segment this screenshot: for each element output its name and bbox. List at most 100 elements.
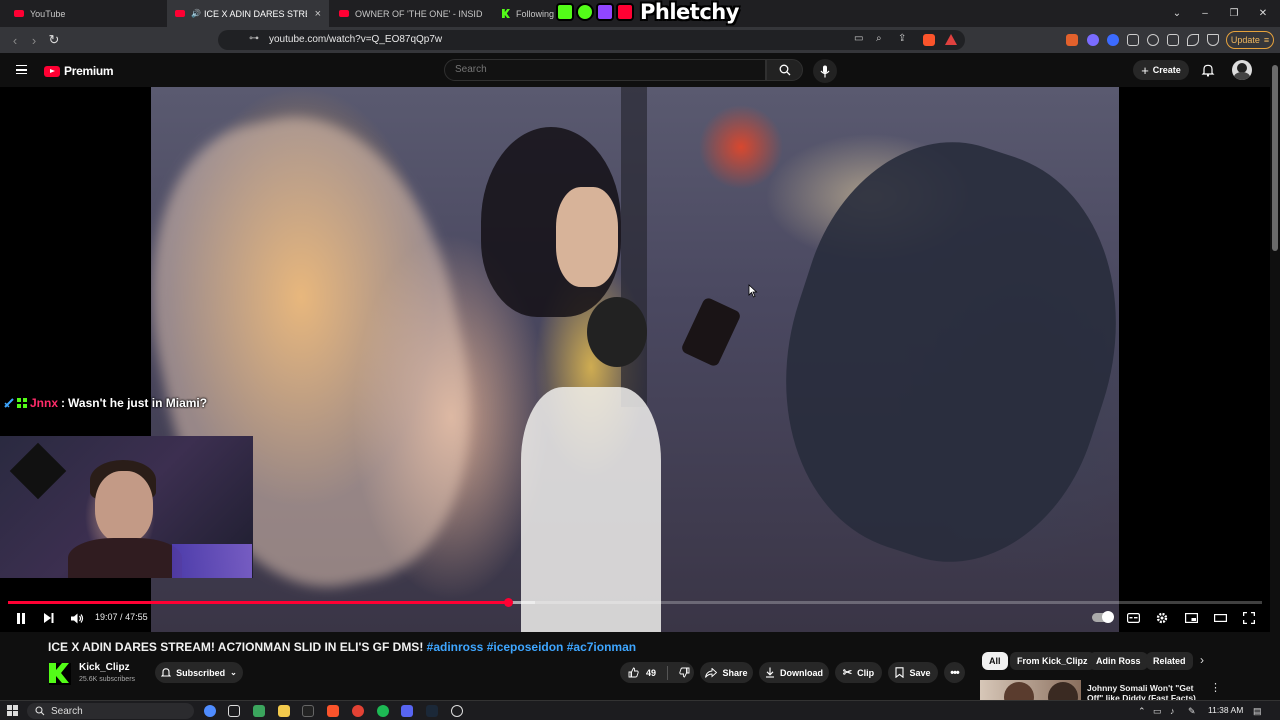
back-icon[interactable]: ‹	[6, 31, 24, 49]
notifications-bell-icon[interactable]	[1201, 63, 1215, 77]
network-icon[interactable]: ▭	[1153, 706, 1162, 717]
hashtag-link[interactable]: #adinross	[427, 640, 484, 654]
chip-related[interactable]: Related	[1146, 652, 1193, 670]
channel-name[interactable]: Kick_Clipz	[79, 662, 130, 673]
fullscreen-button[interactable]	[1240, 608, 1258, 628]
windows-start-icon[interactable]	[7, 705, 18, 716]
extension-discord-icon[interactable]	[1087, 34, 1099, 46]
next-button[interactable]	[40, 608, 58, 628]
video-title-text: ICE X ADIN DARES STREAM! AC7IONMAN SLID …	[48, 640, 424, 654]
tab-current-video[interactable]: 🔊 ICE X ADIN DARES STREAM! A ×	[167, 0, 329, 27]
recommended-thumbnail[interactable]	[980, 680, 1081, 700]
autoplay-toggle[interactable]	[1092, 611, 1114, 623]
tab-youtube[interactable]: YouTube	[6, 0, 166, 27]
video-frame[interactable]	[151, 87, 1119, 632]
volume-button[interactable]	[68, 608, 86, 628]
video-scene-phone	[680, 296, 742, 368]
copilot-icon[interactable]	[204, 705, 216, 717]
miniplayer-button[interactable]	[1182, 608, 1200, 628]
share-button[interactable]: Share	[700, 662, 753, 683]
search-box[interactable]	[444, 59, 766, 81]
pause-icon	[17, 612, 25, 624]
leo-ai-icon[interactable]	[1187, 34, 1199, 46]
save-button[interactable]: Save	[888, 662, 938, 683]
tab-search-icon[interactable]: ⌄	[1162, 0, 1192, 27]
pause-button[interactable]	[12, 608, 30, 628]
channel-avatar[interactable]	[49, 663, 71, 685]
red-app-icon[interactable]	[352, 705, 364, 717]
taskbar-search[interactable]: Search	[27, 703, 194, 719]
search-input[interactable]	[455, 64, 755, 75]
reload-icon[interactable]: ↻	[45, 31, 63, 49]
tray-overflow-icon[interactable]: ⌃	[1138, 706, 1146, 717]
tab-kick-following[interactable]: Following	[494, 0, 554, 27]
forward-icon[interactable]: ›	[25, 31, 43, 49]
hashtag-link[interactable]: #iceposeidon	[487, 640, 564, 654]
maximize-icon[interactable]: ❐	[1219, 0, 1249, 27]
brave-shields-icon[interactable]	[923, 34, 935, 46]
create-label: Create	[1152, 65, 1181, 75]
chat-username: Jnnx	[30, 396, 59, 410]
chevron-right-icon[interactable]: ›	[1200, 653, 1204, 667]
share-page-icon[interactable]: ⇪	[898, 33, 906, 44]
theater-mode-button[interactable]	[1211, 608, 1229, 628]
thumbs-down-icon[interactable]	[679, 667, 690, 678]
more-actions-button[interactable]: •••	[944, 662, 965, 683]
youtube-logo-icon	[616, 3, 634, 21]
terminal-icon[interactable]	[302, 705, 314, 717]
media-controls-icon[interactable]	[1147, 34, 1159, 46]
guide-menu-icon[interactable]	[16, 65, 27, 74]
vpn-shield-icon[interactable]	[1207, 34, 1219, 46]
site-info-icon[interactable]: ⊶	[249, 33, 259, 44]
discord-icon[interactable]	[401, 705, 413, 717]
taskbar-clock[interactable]: 11:38 AM	[1208, 705, 1243, 715]
volume-tray-icon[interactable]: ♪	[1170, 706, 1175, 716]
scrollbar-thumb[interactable]	[1272, 65, 1278, 251]
voice-search-button[interactable]	[813, 59, 837, 83]
extension-blue-icon[interactable]	[1107, 34, 1119, 46]
extension-fox-icon[interactable]	[1066, 34, 1078, 46]
video-player[interactable]: Jnnx : Wasn't he just in Miami? 19:07 / …	[0, 87, 1270, 632]
brave-browser-icon[interactable]	[327, 705, 339, 717]
task-view-icon[interactable]	[228, 705, 240, 717]
obs-icon[interactable]	[451, 705, 463, 717]
progress-bar[interactable]	[8, 598, 1262, 607]
more-vertical-icon[interactable]: ⋮	[1210, 681, 1221, 694]
chip-all[interactable]: All	[982, 652, 1008, 670]
store-icon[interactable]	[253, 705, 265, 717]
streamer-webcam-overlay	[0, 436, 253, 578]
create-button[interactable]: + Create	[1133, 60, 1189, 80]
address-bar[interactable]: ⊶ youtube.com/watch?v=Q_EO87qQp7w ▭ ⌕ ⇪	[218, 30, 965, 50]
webcam-body-shape	[68, 538, 182, 578]
close-tab-icon[interactable]: ×	[315, 8, 321, 20]
cast-icon[interactable]: ▭	[854, 33, 863, 44]
search-button[interactable]	[766, 59, 803, 81]
download-button[interactable]: Download	[759, 662, 829, 683]
account-avatar[interactable]	[1232, 60, 1252, 80]
brave-rewards-icon[interactable]	[945, 34, 957, 45]
sidebar-icon[interactable]	[1167, 34, 1179, 46]
miniplayer-icon	[1184, 613, 1198, 623]
tab-owner-video[interactable]: OWNER OF 'THE ONE' - INSIDE HIS S	[331, 0, 491, 27]
notifications-icon[interactable]: ▤	[1253, 706, 1262, 717]
subtitles-button[interactable]	[1124, 608, 1142, 628]
clip-button[interactable]: ✂ Clip	[835, 662, 882, 683]
chip-from-channel[interactable]: From Kick_Clipz	[1010, 652, 1095, 670]
subscribed-button[interactable]: Subscribed ⌄	[155, 662, 243, 683]
pen-icon[interactable]: ✎	[1188, 706, 1196, 717]
settings-button[interactable]	[1153, 608, 1171, 628]
spotify-icon[interactable]	[377, 705, 389, 717]
extensions-puzzle-icon[interactable]	[1127, 34, 1139, 46]
chip-adin-ross[interactable]: Adin Ross	[1089, 652, 1148, 670]
youtube-favicon-icon	[339, 10, 349, 17]
page-scrollbar[interactable]	[1270, 53, 1280, 700]
update-button[interactable]: Update ≡	[1226, 31, 1274, 49]
hashtag-link[interactable]: #ac7ionman	[567, 640, 636, 654]
thumbs-up-icon[interactable]	[628, 667, 639, 678]
close-window-icon[interactable]: ✕	[1248, 0, 1278, 27]
minimize-icon[interactable]: –	[1190, 0, 1220, 27]
zoom-icon[interactable]: ⌕	[876, 33, 882, 44]
file-explorer-icon[interactable]	[278, 705, 290, 717]
steam-icon[interactable]	[426, 705, 438, 717]
youtube-premium-logo[interactable]: Premium	[44, 64, 114, 78]
